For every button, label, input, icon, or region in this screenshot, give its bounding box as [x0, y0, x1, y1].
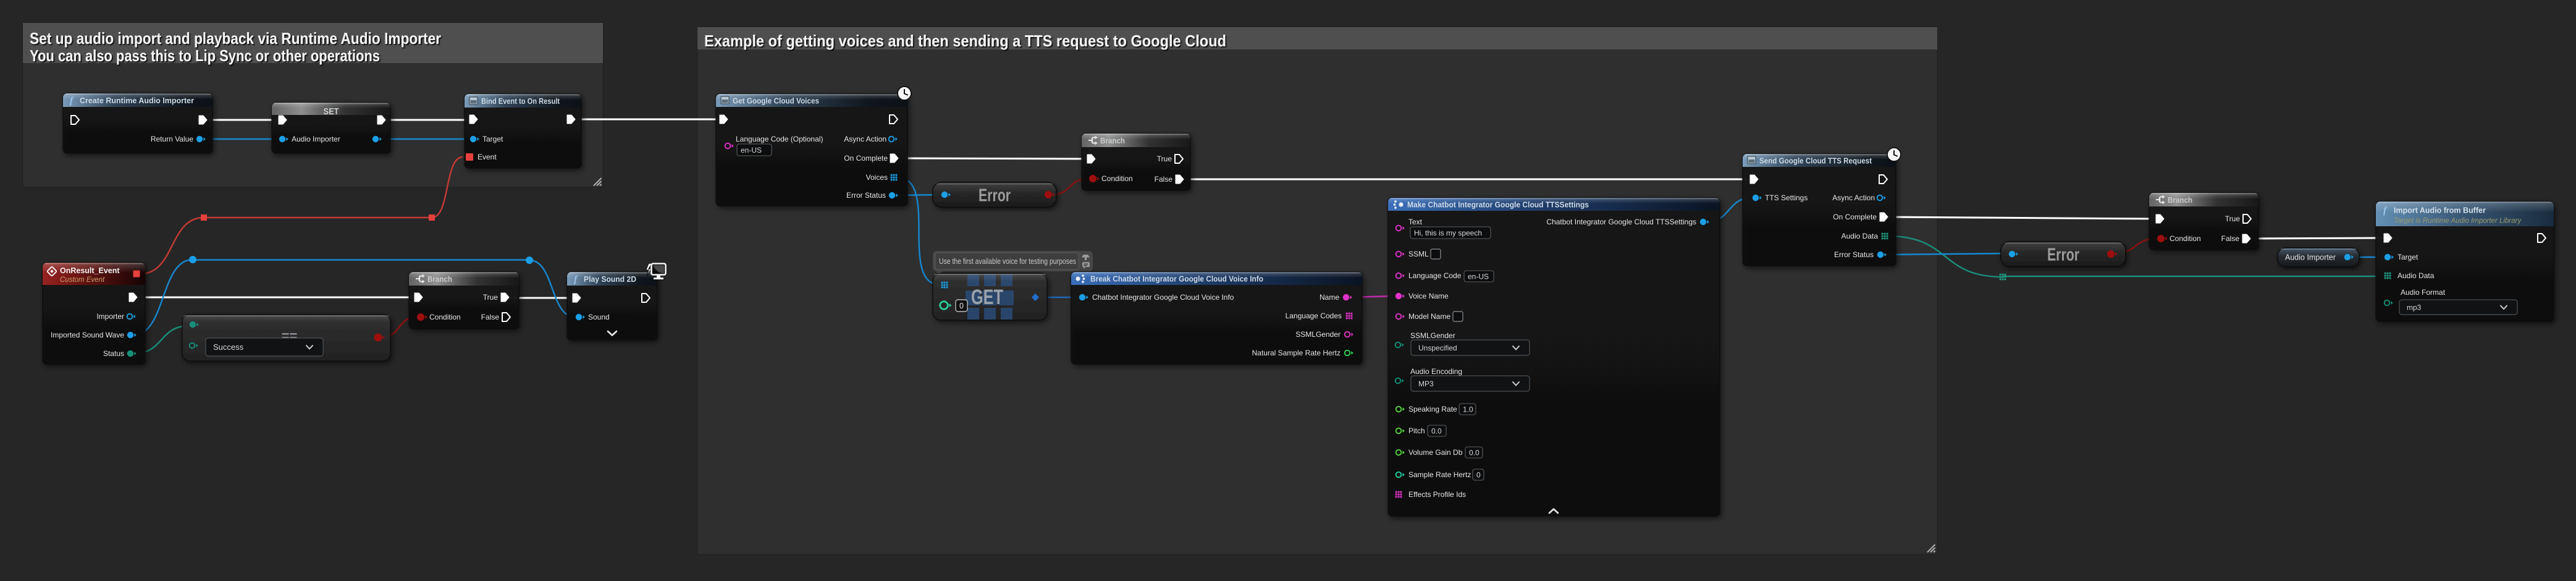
svg-text:Audio Data: Audio Data: [1842, 232, 1879, 240]
svg-text:Import Audio from Buffer: Import Audio from Buffer: [2394, 206, 2486, 215]
svg-text:Error Status: Error Status: [846, 191, 886, 200]
svg-text:Return Value: Return Value: [151, 135, 193, 143]
svg-text:Condition: Condition: [2170, 234, 2201, 243]
svg-text:mp3: mp3: [2407, 303, 2422, 312]
svg-text:Pitch: Pitch: [1408, 426, 1425, 435]
svg-text:SSML: SSML: [1408, 250, 1429, 258]
svg-text:Async Action: Async Action: [844, 135, 886, 143]
svg-text:True: True: [483, 293, 499, 302]
svg-text:0.0: 0.0: [1431, 426, 1442, 435]
svg-text:en-US: en-US: [1468, 272, 1489, 281]
svg-text:Voice Name: Voice Name: [1408, 292, 1449, 300]
svg-text:Volume Gain Db: Volume Gain Db: [1408, 448, 1463, 457]
svg-text:You can also pass this to Lip: You can also pass this to Lip Sync or ot…: [30, 46, 380, 65]
svg-text:Error: Error: [2047, 245, 2079, 265]
svg-text:Async Action: Async Action: [1832, 193, 1875, 202]
svg-text:Language Code: Language Code: [1408, 271, 1462, 280]
svg-text:Error Status: Error Status: [1834, 250, 1874, 259]
svg-text:Target: Target: [2397, 253, 2418, 261]
svg-text:Condition: Condition: [429, 313, 461, 321]
svg-text:TTS Settings: TTS Settings: [1765, 193, 1808, 202]
svg-text:en-US: en-US: [741, 146, 762, 155]
svg-text:Create Runtime Audio Importer: Create Runtime Audio Importer: [80, 96, 194, 105]
svg-text:Hi, this is my speech: Hi, this is my speech: [1414, 229, 1482, 237]
svg-text:Chatbot Integrator Google Clou: Chatbot Integrator Google Cloud Voice In…: [1092, 293, 1234, 302]
svg-text:Name: Name: [1320, 293, 1339, 302]
svg-text:SET: SET: [324, 107, 339, 117]
svg-text:Branch: Branch: [2168, 195, 2192, 205]
svg-text:Sound: Sound: [588, 313, 610, 321]
svg-text:Bind Event to On Result: Bind Event to On Result: [481, 97, 560, 106]
svg-text:True: True: [2225, 214, 2241, 223]
svg-text:Error: Error: [979, 186, 1011, 206]
svg-text:Success: Success: [213, 342, 244, 352]
svg-text:Branch: Branch: [1100, 136, 1125, 145]
svg-text:Chatbot Integrator Google Clou: Chatbot Integrator Google Cloud TTSSetti…: [1546, 218, 1696, 226]
svg-text:Language Code (Optional): Language Code (Optional): [736, 135, 823, 143]
svg-text:Audio Format: Audio Format: [2401, 288, 2446, 297]
svg-text:Send Google Cloud TTS Request: Send Google Cloud TTS Request: [1759, 157, 1872, 166]
svg-text:Get Google Cloud Voices: Get Google Cloud Voices: [733, 97, 819, 106]
svg-text:0: 0: [1476, 470, 1481, 479]
svg-text:True: True: [1157, 155, 1172, 163]
svg-text:0: 0: [959, 302, 964, 310]
svg-text:MP3: MP3: [1418, 380, 1434, 388]
svg-text:Natural Sample Rate Hertz: Natural Sample Rate Hertz: [1252, 349, 1341, 357]
svg-text:False: False: [1155, 175, 1173, 184]
svg-text:1.0: 1.0: [1463, 405, 1473, 413]
svg-text:Audio Encoding: Audio Encoding: [1410, 367, 1462, 376]
svg-text:Target: Target: [482, 135, 503, 143]
svg-text:Use the first available voice: Use the first available voice for testin…: [939, 257, 1076, 266]
svg-text:Speaking Rate: Speaking Rate: [1408, 405, 1457, 413]
svg-text:Event: Event: [478, 153, 497, 161]
svg-text:Language Codes: Language Codes: [1286, 312, 1342, 320]
svg-text:Break Chatbot Integrator Googl: Break Chatbot Integrator Google Cloud Vo…: [1090, 275, 1263, 284]
svg-text:Audio Importer: Audio Importer: [2285, 253, 2336, 262]
svg-text:Importer: Importer: [96, 312, 124, 321]
svg-text:Custom Event: Custom Event: [60, 276, 105, 284]
svg-text:Sample Rate Hertz: Sample Rate Hertz: [1408, 470, 1471, 479]
svg-text:Make Chatbot Integrator Google: Make Chatbot Integrator Google Cloud TTS…: [1407, 201, 1589, 210]
svg-text:False: False: [481, 313, 500, 321]
svg-text:SSMLGender: SSMLGender: [1410, 331, 1455, 340]
svg-text:Audio Data: Audio Data: [2397, 271, 2435, 280]
svg-text:SSMLGender: SSMLGender: [1295, 330, 1341, 339]
svg-text:Target is Runtime Audio Import: Target is Runtime Audio Importer Library: [2394, 218, 2522, 225]
svg-text:On Complete: On Complete: [1833, 213, 1877, 221]
svg-text:Unspecified: Unspecified: [1418, 344, 1457, 352]
svg-text:OnResult_Event: OnResult_Event: [60, 266, 120, 275]
svg-text:GET: GET: [971, 286, 1003, 309]
svg-text:Voices: Voices: [866, 173, 888, 182]
svg-text:Branch: Branch: [427, 274, 452, 284]
svg-text:Imported Sound Wave: Imported Sound Wave: [51, 331, 124, 339]
svg-text:Play Sound 2D: Play Sound 2D: [584, 275, 636, 284]
svg-text:Effects Profile Ids: Effects Profile Ids: [1408, 490, 1466, 499]
svg-text:0.0: 0.0: [1469, 448, 1480, 457]
svg-text:Model Name: Model Name: [1408, 312, 1450, 321]
svg-text:False: False: [2221, 234, 2240, 243]
svg-text:Status: Status: [103, 349, 124, 358]
svg-text:On Complete: On Complete: [844, 154, 888, 163]
svg-text:Text: Text: [1408, 218, 1423, 226]
svg-text:Condition: Condition: [1101, 174, 1133, 183]
svg-text:Example of getting voices and: Example of getting voices and then sendi…: [704, 32, 1226, 50]
svg-text:Set up audio import and playba: Set up audio import and playback via Run…: [30, 29, 441, 48]
svg-text:Audio Importer: Audio Importer: [292, 135, 340, 143]
